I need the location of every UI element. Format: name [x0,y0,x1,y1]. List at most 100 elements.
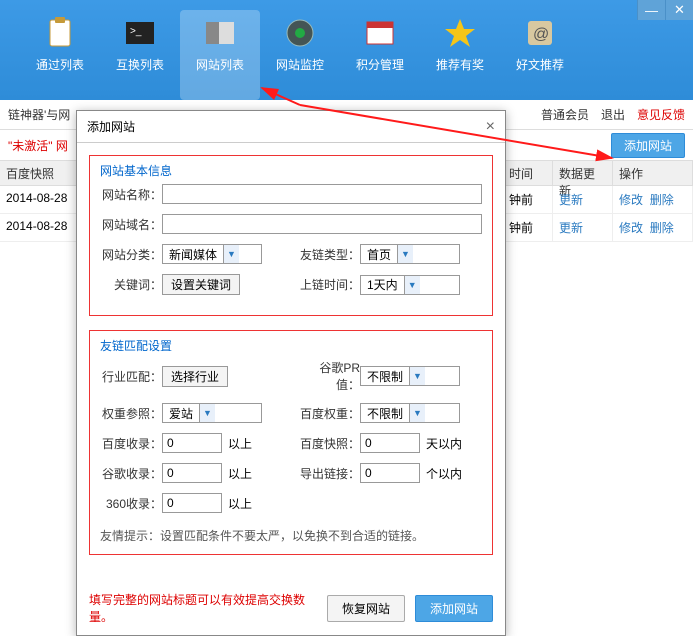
modal-close-icon[interactable]: × [486,118,495,136]
edit-link[interactable]: 修改 [619,193,643,207]
header-left-text: 链神器'与网 [8,106,70,123]
linktype-select[interactable]: 首页 ▼ [360,244,460,264]
toolbar-item-monitor[interactable]: 网站监控 [260,10,340,100]
star-icon [443,16,477,50]
legend-basic: 网站基本信息 [100,162,172,179]
chevron-down-icon: ▼ [223,245,239,263]
baidu-index-input[interactable] [162,433,222,453]
toolbar-label: 推荐有奖 [436,56,484,73]
label-baidu-index: 百度收录： [100,435,162,452]
uptime-select[interactable]: 1天内 ▼ [360,275,460,295]
update-link[interactable]: 更新 [559,221,583,235]
cell-time: 钟前 [503,186,553,213]
uptime-value: 1天内 [361,276,404,293]
label-360-index: 360收录： [100,495,162,512]
fieldset-basic-info: 网站基本信息 网站名称： 网站域名： 网站分类： 新闻媒体 ▼ 友链类型： [89,155,493,316]
modal-footer: 填写完整的网站标题可以有效提高交换数量。 恢复网站 添加网站 [77,581,505,635]
linktype-value: 首页 [361,246,397,263]
select-industry-button[interactable]: 选择行业 [162,366,228,387]
feedback-link[interactable]: 意见反馈 [637,106,685,123]
terminal-icon: >_ [123,16,157,50]
label-site-name: 网站名称： [100,186,162,203]
export-link-input[interactable] [360,463,420,483]
delete-link[interactable]: 删除 [650,193,674,207]
suffix: 以上 [228,465,252,482]
pr-value: 不限制 [361,368,409,385]
label-google-index: 谷歌收录： [100,465,162,482]
toolbar-item-exchange-list[interactable]: >_ 互换列表 [100,10,180,100]
cell-date: 2014-08-28 [0,186,80,213]
suffix: 天以内 [426,435,462,452]
chevron-down-icon: ▼ [404,276,420,294]
cell-date: 2014-08-28 [0,214,80,241]
idx360-input[interactable] [162,493,222,513]
baidu-weight-value: 不限制 [361,405,409,422]
label-site-domain: 网站域名： [100,216,162,233]
chevron-down-icon: ▼ [199,404,215,422]
modal-title-text: 添加网站 [87,118,135,135]
toolbar-label: 网站监控 [276,56,324,73]
toolbar-item-pass-list[interactable]: 通过列表 [20,10,100,100]
th-ops: 操作 [613,161,693,185]
restore-site-button[interactable]: 恢复网站 [327,595,405,622]
close-button[interactable]: ✕ [665,0,693,20]
delete-link[interactable]: 删除 [650,221,674,235]
toolbar-item-article[interactable]: @ 好文推荐 [500,10,580,100]
update-link[interactable]: 更新 [559,193,583,207]
svg-text:>_: >_ [130,26,142,37]
chevron-down-icon: ▼ [409,367,425,385]
weight-ref-value: 爱站 [163,405,199,422]
th-time: 时间 [503,161,553,185]
toolbar-label: 互换列表 [116,56,164,73]
main-toolbar: 通过列表 >_ 互换列表 网站列表 网站监控 积分管理 推荐有奖 @ 好文推荐 [0,0,693,100]
toolbar-item-site-list[interactable]: 网站列表 [180,10,260,100]
suffix: 以上 [228,435,252,452]
calendar-icon [363,16,397,50]
suffix: 以上 [228,495,252,512]
toolbar-item-reward[interactable]: 推荐有奖 [420,10,500,100]
category-value: 新闻媒体 [163,246,223,263]
toolbar-label: 网站列表 [196,56,244,73]
label-industry: 行业匹配： [100,368,162,385]
add-site-button[interactable]: 添加网站 [611,133,685,158]
toolbar-label: 好文推荐 [516,56,564,73]
svg-text:@: @ [533,26,549,43]
chevron-down-icon: ▼ [397,245,413,263]
add-site-submit-button[interactable]: 添加网站 [415,595,493,622]
google-index-input[interactable] [162,463,222,483]
site-name-input[interactable] [162,184,482,204]
label-pr: 谷歌PR值： [296,359,360,393]
suffix: 个以内 [426,465,462,482]
pr-select[interactable]: 不限制 ▼ [360,366,460,386]
toolbar-label: 通过列表 [36,56,84,73]
category-select[interactable]: 新闻媒体 ▼ [162,244,262,264]
modal-titlebar: 添加网站 × [77,111,505,143]
fieldset-match-settings: 友链匹配设置 行业匹配： 选择行业 谷歌PR值： 不限制 ▼ 权重参照： [89,330,493,555]
at-icon: @ [523,16,557,50]
th-update: 数据更新 [553,161,613,185]
label-baidu-snapshot: 百度快照： [296,435,360,452]
label-export-link: 导出链接： [296,465,360,482]
cell-time: 钟前 [503,214,553,241]
site-domain-input[interactable] [162,214,482,234]
label-weight-ref: 权重参照： [100,405,162,422]
label-baidu-weight: 百度权重： [296,405,360,422]
chevron-down-icon: ▼ [409,404,425,422]
member-link[interactable]: 普通会员 [541,106,589,123]
minimize-button[interactable]: — [637,0,665,20]
add-site-modal: 添加网站 × 网站基本信息 网站名称： 网站域名： 网站分类： 新闻媒体 ▼ [76,110,506,636]
logout-link[interactable]: 退出 [601,106,625,123]
toolbar-label: 积分管理 [356,56,404,73]
footer-note: 填写完整的网站标题可以有效提高交换数量。 [89,591,317,625]
tip-text: 友情提示：设置匹配条件不要太严，以免换不到合适的链接。 [100,523,482,544]
label-linktype: 友链类型： [296,246,360,263]
label-keyword: 关键词： [100,276,162,293]
weight-ref-select[interactable]: 爱站 ▼ [162,403,262,423]
toolbar-item-points[interactable]: 积分管理 [340,10,420,100]
th-snapshot: 百度快照 [0,161,80,185]
edit-link[interactable]: 修改 [619,221,643,235]
label-uptime: 上链时间： [296,276,360,293]
baidu-snapshot-input[interactable] [360,433,420,453]
set-keyword-button[interactable]: 设置关键词 [162,274,240,295]
baidu-weight-select[interactable]: 不限制 ▼ [360,403,460,423]
